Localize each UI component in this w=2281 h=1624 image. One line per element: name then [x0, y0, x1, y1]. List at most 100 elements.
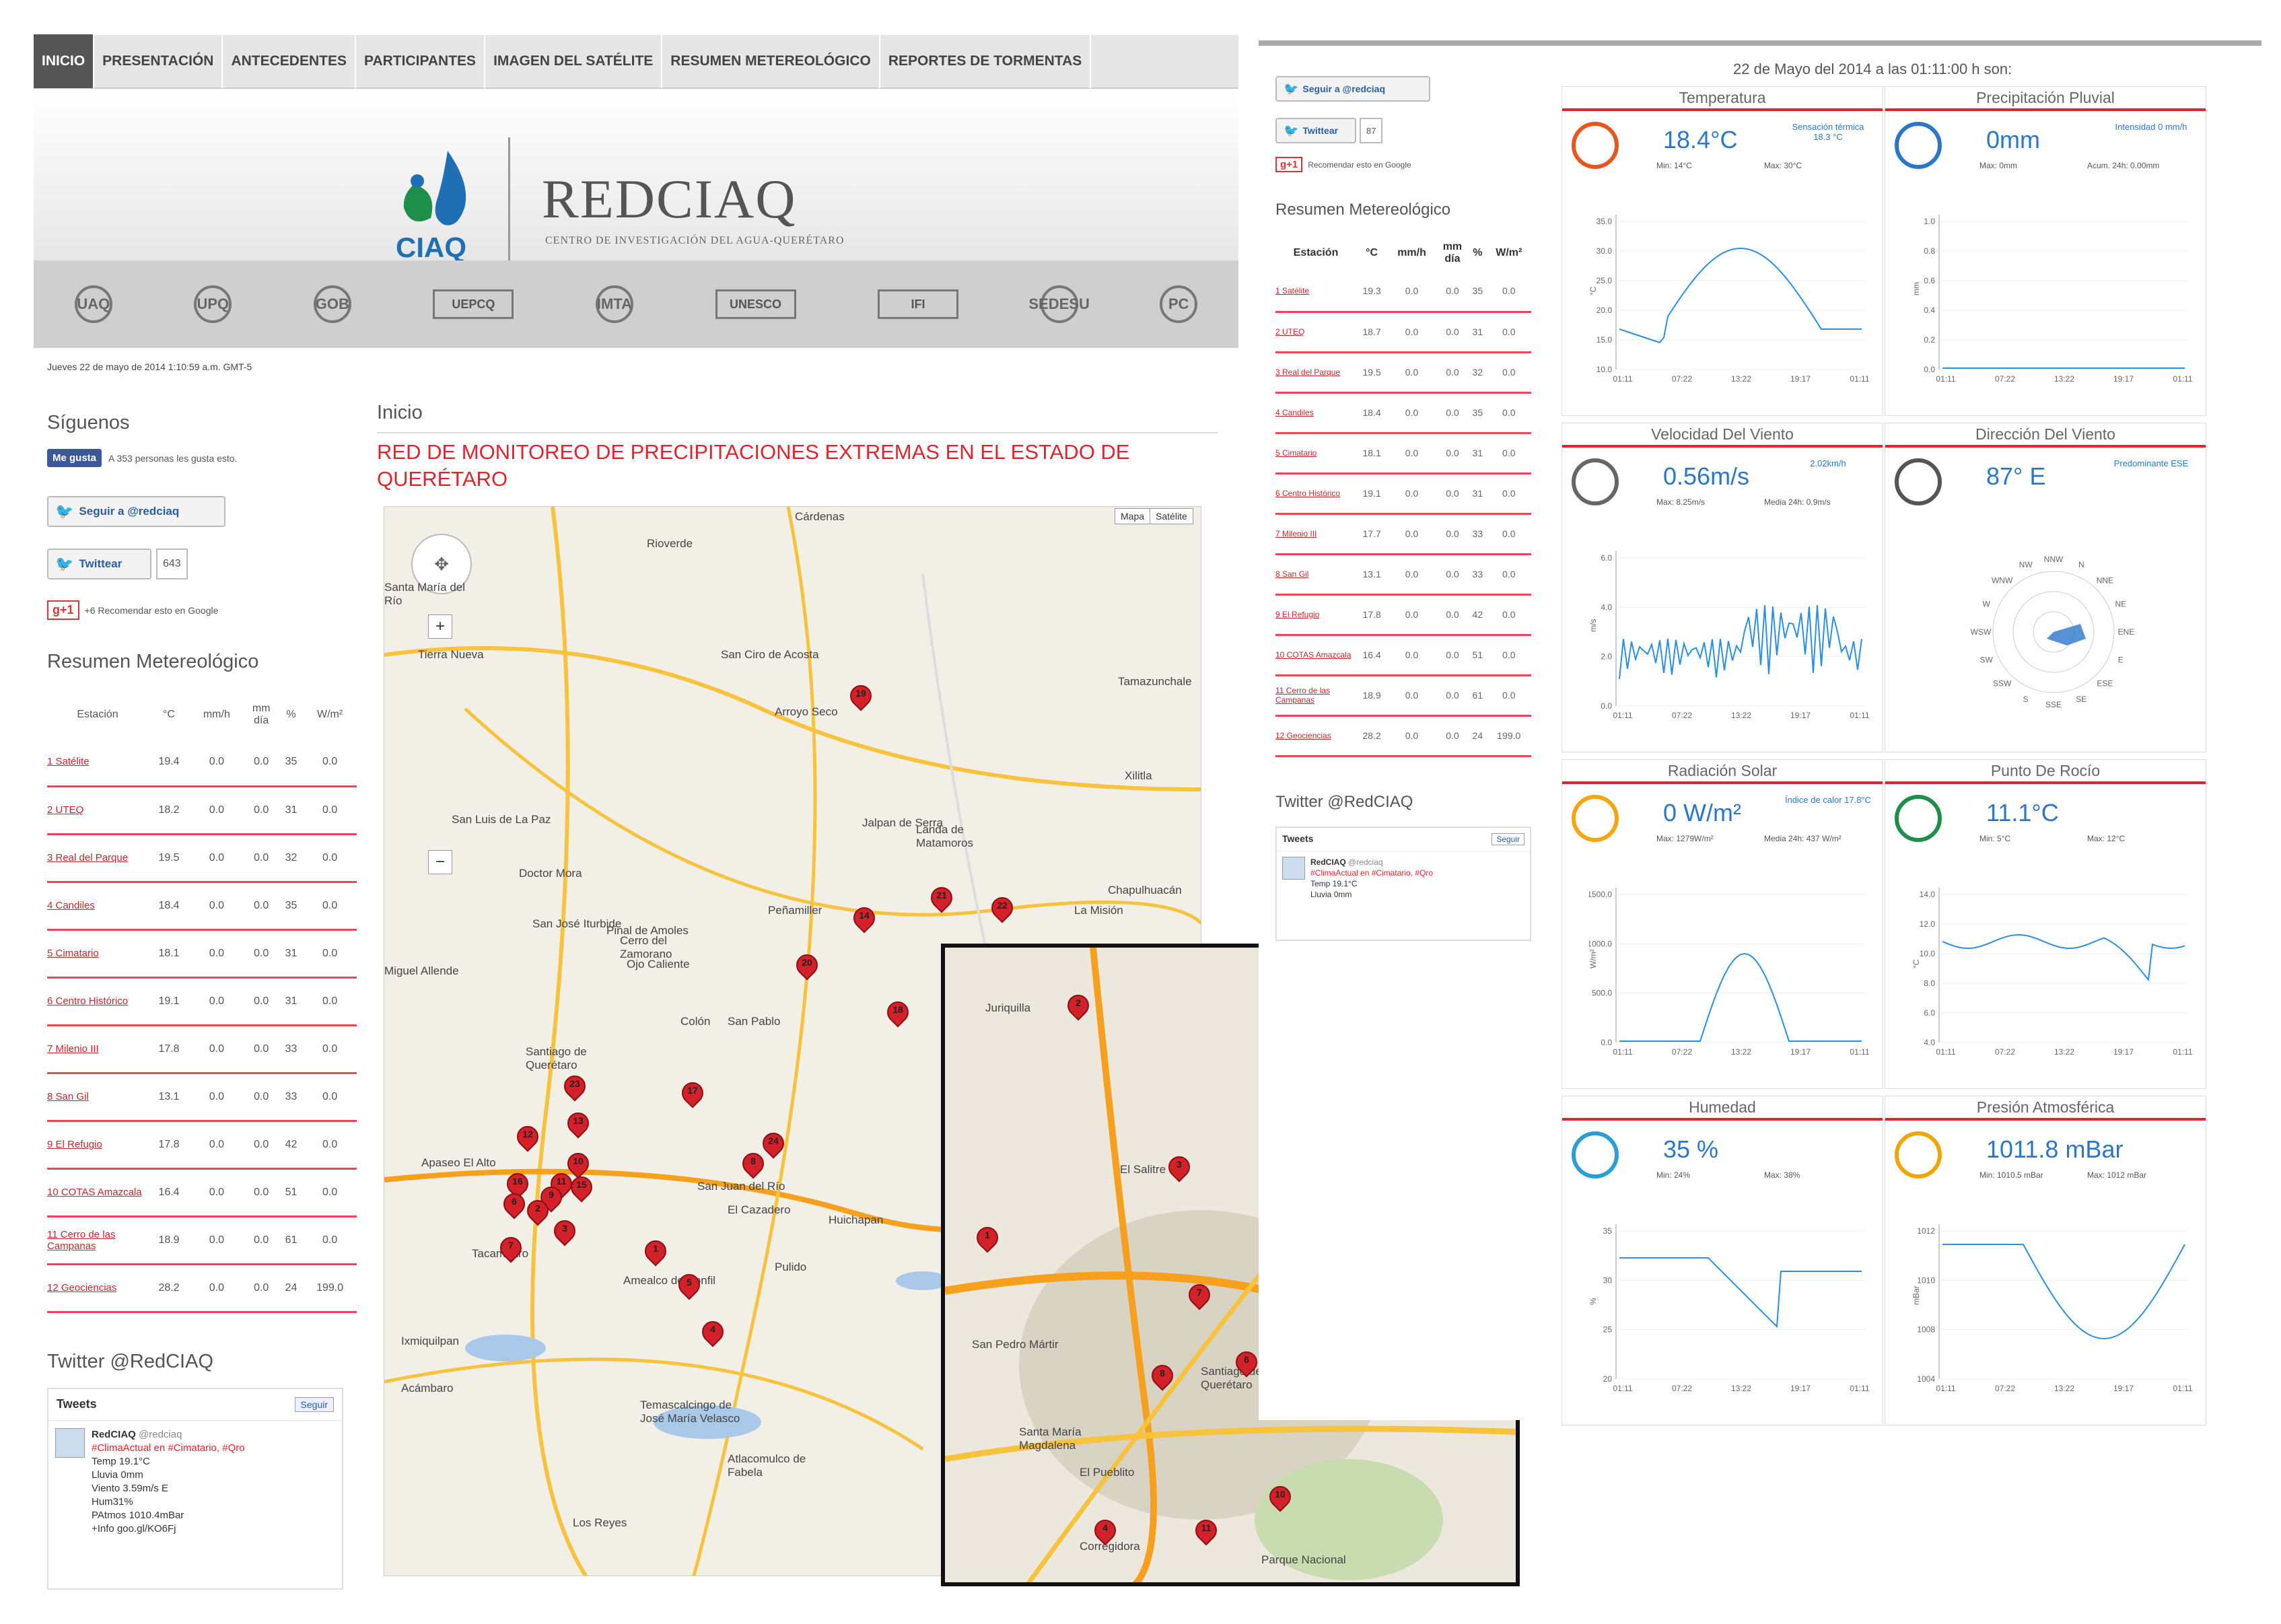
station-pin[interactable]: 4: [697, 1316, 728, 1353]
map-zoom-out-button[interactable]: −: [428, 850, 452, 874]
station-pin[interactable]: 22: [987, 892, 1018, 929]
twitter-widget: Tweets Seguir RedCIAQ @redciaq #ClimaAct…: [1275, 826, 1531, 941]
station-pin[interactable]: 5: [674, 1269, 705, 1306]
station-link[interactable]: 1 Satélite: [1275, 271, 1356, 313]
panel-min: Min: 14°C: [1656, 161, 1692, 170]
station-pin[interactable]: 10: [1265, 1481, 1296, 1518]
panel-title: Radiación Solar: [1562, 760, 1883, 784]
map-type-map[interactable]: Mapa: [1115, 509, 1151, 524]
station-pin[interactable]: 21: [926, 882, 957, 919]
nav-item-6[interactable]: REPORTES DE TORMENTAS: [880, 34, 1092, 88]
station-pin[interactable]: 4: [1090, 1515, 1121, 1552]
gplus-button[interactable]: g+1: [1275, 157, 1303, 172]
town-label: Miguel Allende: [384, 964, 459, 977]
tweet-button[interactable]: 🐦 Twittear: [1275, 118, 1356, 143]
station-link[interactable]: 2 UTEQ: [47, 786, 148, 835]
station-link[interactable]: 5 Cimatario: [1275, 433, 1356, 474]
station-pin[interactable]: 18: [882, 997, 913, 1034]
station-link[interactable]: 5 Cimatario: [47, 929, 148, 979]
table-row: 12 Geociencias 28.2 0.0 0.0 24 199.0: [47, 1264, 357, 1313]
station-pin[interactable]: 14: [849, 903, 880, 940]
nav-item-0[interactable]: INICIO: [34, 34, 95, 88]
fb-like-button[interactable]: Me gusta: [47, 449, 102, 467]
station-pin[interactable]: 3: [1164, 1152, 1195, 1189]
station-link[interactable]: 6 Centro Histórico: [1275, 473, 1356, 515]
y-tick-label: 20: [1603, 1374, 1613, 1384]
x-tick-label: 13:22: [1731, 711, 1751, 720]
panel-title: Presión Atmosférica: [1885, 1096, 2206, 1121]
station-link[interactable]: 2 UTEQ: [1275, 312, 1356, 353]
gplus-button[interactable]: g+1: [47, 600, 79, 620]
table-cell: 0.0: [190, 786, 244, 835]
map-type-satellite[interactable]: Satélite: [1150, 509, 1193, 524]
pin-label: 20: [802, 957, 812, 968]
station-link[interactable]: 10 COTAS Amazcala: [47, 1168, 148, 1217]
nav-item-4[interactable]: IMAGEN DEL SATÉLITE: [485, 34, 663, 88]
table-cell: 51: [279, 1168, 304, 1217]
station-link[interactable]: 11 Cerro de las Campanas: [47, 1216, 148, 1265]
station-pin[interactable]: 2: [522, 1195, 553, 1232]
station-link[interactable]: 4 Candiles: [1275, 392, 1356, 434]
station-link[interactable]: 10 COTAS Amazcala: [1275, 635, 1356, 676]
station-link[interactable]: 3 Real del Parque: [1275, 352, 1356, 394]
pin-label: 1: [985, 1230, 990, 1240]
pin-label: 4: [1102, 1522, 1108, 1533]
town-label: El Salitre: [1120, 1163, 1166, 1176]
station-pin[interactable]: 7: [1184, 1279, 1215, 1316]
nav-item-5[interactable]: RESUMEN METEREOLÓGICO: [662, 34, 880, 88]
table-cell: 0.0: [243, 1264, 279, 1313]
table-cell: 19.5: [148, 834, 190, 883]
station-pin[interactable]: 17: [677, 1078, 708, 1115]
tweet-button[interactable]: 🐦 Twittear: [47, 549, 151, 579]
table-cell: 35: [1469, 392, 1487, 434]
station-pin[interactable]: 19: [845, 680, 876, 717]
station-pin[interactable]: 8: [738, 1148, 769, 1185]
station-pin[interactable]: 6: [1231, 1347, 1262, 1384]
follow-redciaq-button[interactable]: 🐦 Seguir a @redciaq: [1275, 76, 1430, 102]
station-pin[interactable]: 11: [1191, 1515, 1222, 1552]
pin-label: 14: [859, 910, 870, 921]
station-link[interactable]: 12 Geociencias: [47, 1264, 148, 1313]
twitter-follow-button[interactable]: Seguir: [1492, 833, 1524, 845]
x-tick-label: 07:22: [1995, 1384, 2015, 1393]
panel-max: Acum. 24h: 0.00mm: [2087, 161, 2160, 170]
station-link[interactable]: 9 El Refugio: [1275, 594, 1356, 636]
station-pin[interactable]: 13: [563, 1108, 594, 1145]
map-zoom-in-button[interactable]: +: [428, 614, 452, 639]
station-link[interactable]: 7 Milenio III: [1275, 514, 1356, 555]
town-label: San Pedro Mártir: [972, 1338, 1059, 1351]
station-link[interactable]: 4 Candiles: [47, 882, 148, 931]
table-cell: 0.0: [243, 1121, 279, 1170]
station-link[interactable]: 3 Real del Parque: [47, 834, 148, 883]
station-pin[interactable]: 7: [495, 1232, 526, 1269]
nav-item-1[interactable]: PRESENTACIÓN: [94, 34, 223, 88]
y-tick-label: 0.4: [1924, 306, 1935, 315]
station-pin[interactable]: 2: [1063, 990, 1094, 1027]
station-link[interactable]: 12 Geociencias: [1275, 715, 1356, 757]
nav-item-3[interactable]: PARTICIPANTES: [356, 34, 486, 88]
station-link[interactable]: 7 Milenio III: [47, 1025, 148, 1074]
town-label: Apaseo El Alto: [421, 1156, 496, 1169]
town-label: Tamazunchale: [1118, 675, 1192, 688]
station-link[interactable]: 11 Cerro de las Campanas: [1275, 675, 1356, 717]
station-link[interactable]: 9 El Refugio: [47, 1121, 148, 1170]
y-axis-label: mBar: [1912, 1285, 1921, 1305]
station-link[interactable]: 8 San Gil: [47, 1073, 148, 1122]
follow-redciaq-button[interactable]: 🐦 Seguir a @redciaq: [47, 496, 225, 527]
station-link[interactable]: 8 San Gil: [1275, 554, 1356, 596]
station-pin[interactable]: 3: [549, 1215, 580, 1252]
table-cell: 18.1: [1356, 433, 1388, 474]
station-pin[interactable]: 12: [512, 1121, 543, 1158]
station-pin[interactable]: 6: [499, 1189, 530, 1226]
station-pin[interactable]: 8: [1147, 1360, 1178, 1397]
station-panel-0: Temperatura 18.4°C Sensación térmica 18.3 …: [1561, 86, 1883, 416]
twitter-follow-button[interactable]: Seguir: [294, 1397, 334, 1412]
compass-label: W: [1983, 600, 1991, 609]
station-pin[interactable]: 1: [972, 1222, 1003, 1259]
station-pin[interactable]: 20: [792, 950, 822, 987]
station-link[interactable]: 6 Centro Histórico: [47, 977, 148, 1026]
station-pin[interactable]: 23: [559, 1071, 590, 1108]
station-pin[interactable]: 1: [640, 1236, 671, 1273]
nav-item-2[interactable]: ANTECEDENTES: [223, 34, 356, 88]
station-link[interactable]: 1 Satélite: [47, 738, 148, 787]
